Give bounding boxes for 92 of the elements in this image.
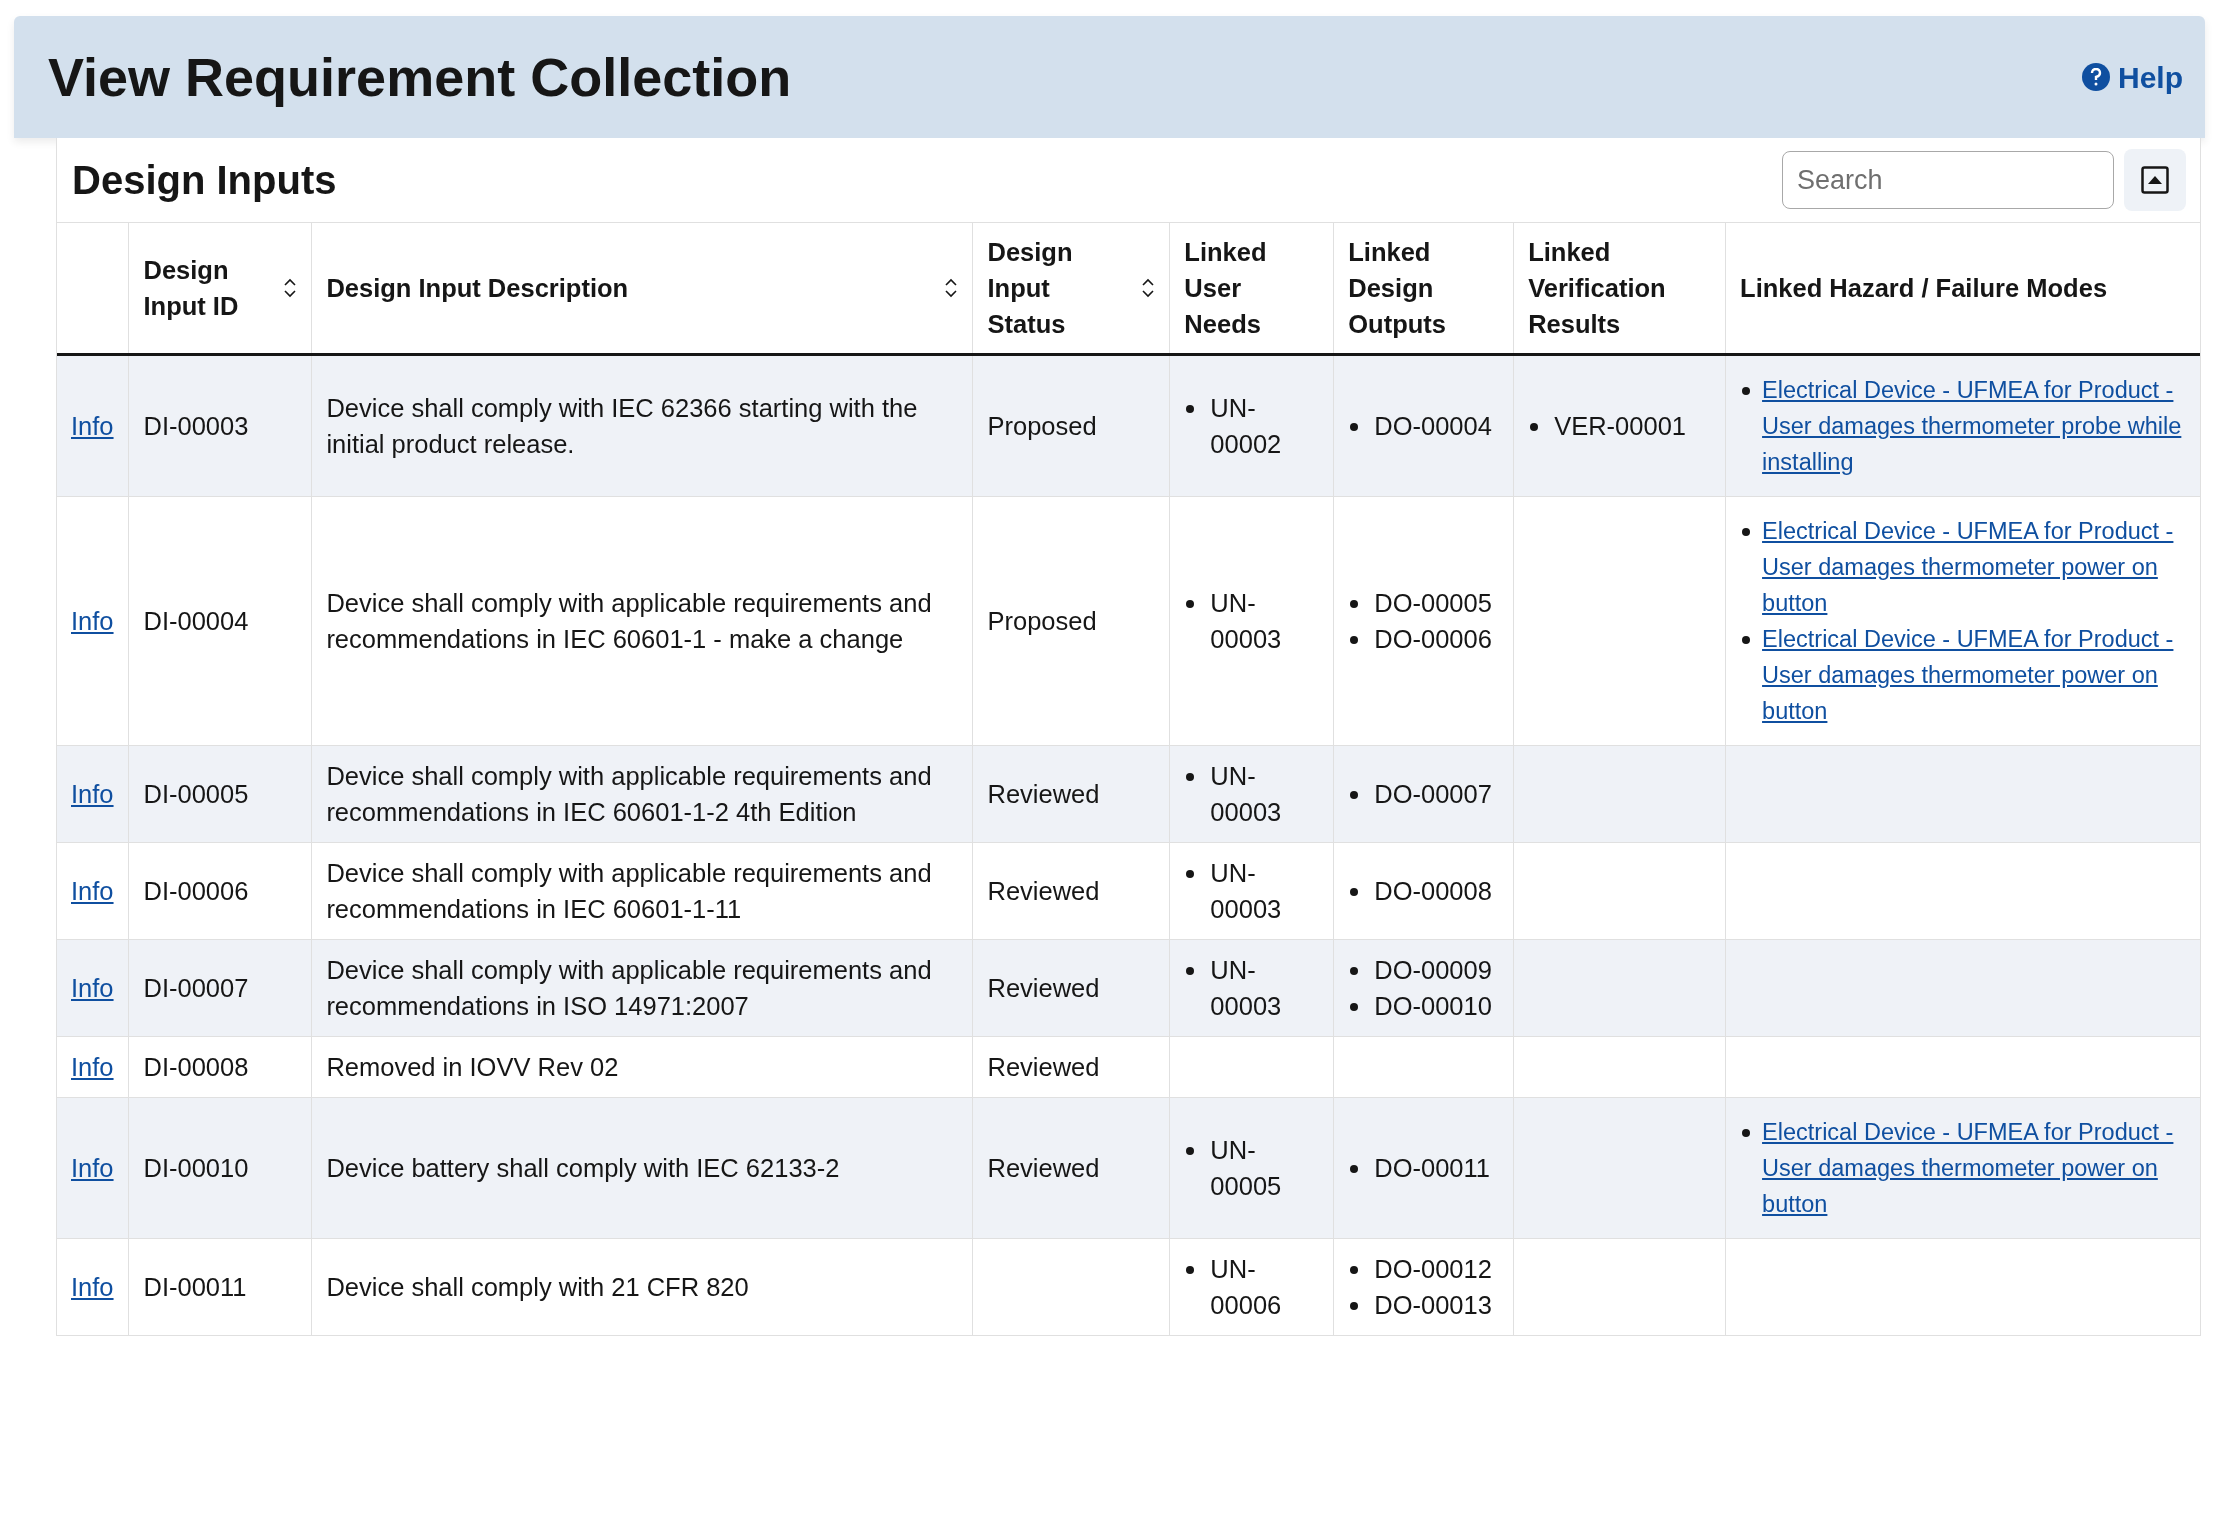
table-cell: Reviewed [973,842,1170,940]
bullet-icon [1350,636,1359,644]
bullet-icon [1186,967,1195,975]
bullet-icon [1742,636,1751,644]
bullet-icon [1350,791,1359,799]
table-cell: Reviewed [973,1097,1170,1239]
column-header: Linked User Needs [1169,222,1334,355]
bullet-icon [1742,1129,1751,1137]
table-cell: DI-00005 [129,745,312,843]
info-link[interactable]: Info [71,607,114,635]
design-output-id: DO-00012 [1374,1254,1492,1285]
bullet-icon [1350,1165,1359,1173]
table-cell: DI-00006 [129,842,312,940]
column-header: Linked Design Outputs [1333,222,1514,355]
info-link[interactable]: Info [71,1053,114,1081]
collapse-icon [2141,166,2169,194]
page-title: View Requirement Collection [48,45,792,109]
info-link[interactable]: Info [71,1154,114,1182]
user-need-id: UN-00002 [1210,393,1283,460]
table-cell: Proposed [973,354,1170,497]
bullet-icon [1530,423,1539,431]
table-cell: Device battery shall comply with IEC 62133-2 [311,1097,973,1239]
user-need-id: UN-00003 [1210,955,1283,1022]
column-header[interactable]: Design Input Description [311,222,973,355]
user-need-id: UN-00006 [1210,1254,1283,1321]
collapse-button[interactable] [2124,149,2186,211]
section-title: Design Inputs [72,157,337,204]
bullet-icon [1186,600,1195,608]
user-need-id: UN-00003 [1210,588,1283,655]
design-output-id: DO-00006 [1374,624,1492,655]
user-need-id: UN-00003 [1210,858,1283,925]
design-output-id: DO-00008 [1374,876,1492,907]
bullet-icon [1186,773,1195,781]
column-header[interactable]: Design Input ID [129,222,312,355]
table-cell: DI-00004 [129,496,312,746]
table-cell: DI-00003 [129,354,312,497]
table-cell: Device shall comply with IEC 62366 starting with the initial product release. [311,354,973,497]
hazard-link[interactable]: Electrical Device - UFMEA for Product - User damages thermometer power on button [1762,513,2192,621]
info-link[interactable]: Info [71,412,114,440]
hazard-link[interactable]: Electrical Device - UFMEA for Product - User damages thermometer power on button [1762,621,2192,729]
table-cell: Device shall comply with applicable requirements and recommendations in IEC 60601-1 - make a change [311,496,973,746]
table-cell: DI-00010 [129,1097,312,1239]
bullet-icon [1350,1003,1359,1011]
table-cell: Device shall comply with applicable requirements and recommendations in IEC 60601-1-11 [311,842,973,940]
user-need-id: UN-00003 [1210,761,1283,828]
design-output-id: DO-00013 [1374,1290,1492,1321]
column-header: Linked Verification Results [1513,222,1726,355]
info-link[interactable]: Info [71,780,114,808]
design-output-id: DO-00011 [1374,1153,1491,1184]
bullet-icon [1350,967,1359,975]
info-link[interactable]: Info [71,974,114,1002]
design-output-id: DO-00004 [1374,411,1492,442]
table-cell: DI-00011 [129,1238,312,1336]
bullet-icon [1350,423,1359,431]
table-cell: Reviewed [973,745,1170,843]
table-cell: Proposed [973,496,1170,746]
design-output-id: DO-00005 [1374,588,1492,619]
info-link[interactable]: Info [71,1273,114,1301]
bullet-icon [1186,870,1195,878]
bullet-icon [1186,1266,1195,1274]
column-header: Linked Hazard / Failure Modes [1725,222,2200,355]
bullet-icon [1350,888,1359,896]
hazard-link[interactable]: Electrical Device - UFMEA for Product - User damages thermometer power on button [1762,1114,2192,1222]
help-link[interactable]: Help [2082,54,2183,100]
info-link[interactable]: Info [71,877,114,905]
table-cell: Reviewed [973,939,1170,1037]
verification-id: VER-00001 [1554,411,1686,442]
bullet-icon [1742,387,1751,395]
bullet-icon [1186,405,1195,413]
sort-icon[interactable] [944,277,959,299]
sort-icon[interactable] [1141,277,1156,299]
user-need-id: UN-00005 [1210,1135,1283,1202]
design-output-id: DO-00007 [1374,779,1492,810]
hazard-link[interactable]: Electrical Device - UFMEA for Product - User damages thermometer probe while installing [1762,372,2192,480]
design-output-id: DO-00009 [1374,955,1492,986]
table-cell: Removed in IOVV Rev 02 [311,1036,973,1098]
help-icon [2082,63,2110,91]
bullet-icon [1350,1266,1359,1274]
table-cell: DI-00007 [129,939,312,1037]
sort-icon[interactable] [283,277,298,299]
table-cell: Reviewed [973,1036,1170,1098]
table-cell: Device shall comply with 21 CFR 820 [311,1238,973,1336]
table-cell: Device shall comply with applicable requirements and recommendations in ISO 14971:2007 [311,939,973,1037]
bullet-icon [1742,528,1751,536]
design-output-id: DO-00010 [1374,991,1492,1022]
table-cell: Device shall comply with applicable requirements and recommendations in IEC 60601-1-2 4th Edition [311,745,973,843]
column-header[interactable]: Design Input Status [973,222,1170,355]
table-cell: DI-00008 [129,1036,312,1098]
bullet-icon [1350,600,1359,608]
search-field[interactable]: Search [1782,151,2114,209]
bullet-icon [1350,1302,1359,1310]
bullet-icon [1186,1147,1195,1155]
